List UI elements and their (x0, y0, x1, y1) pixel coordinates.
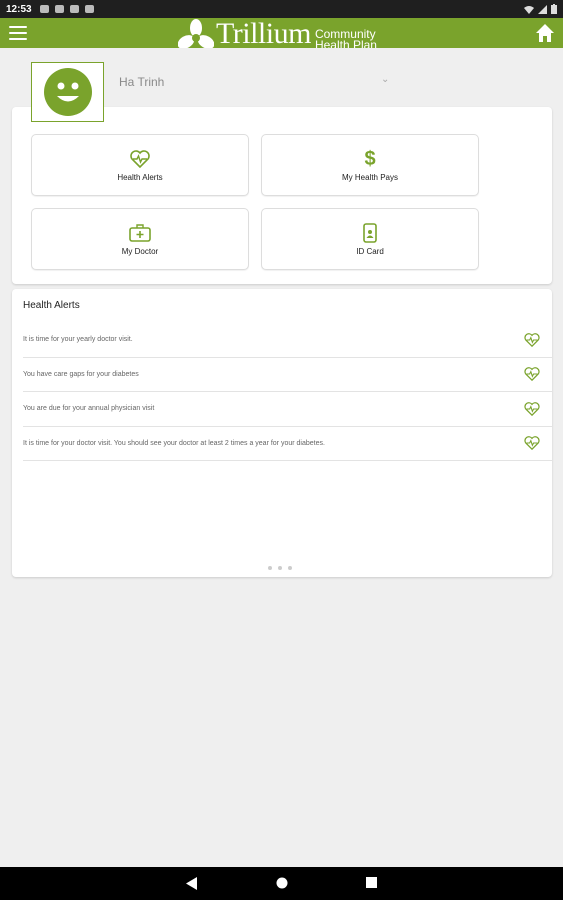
heart-pulse-icon (524, 436, 540, 451)
tile-health-alerts[interactable]: Health Alerts (31, 134, 249, 196)
dollar-icon: $ (364, 147, 376, 170)
sd-card-icon (84, 5, 94, 13)
home-icon[interactable] (535, 23, 555, 43)
logo-wordmark: Trillium (216, 18, 311, 49)
tile-label: ID Card (356, 246, 384, 256)
page-indicator (268, 566, 292, 570)
alert-item[interactable]: You have care gaps for your diabetes (23, 358, 552, 392)
notification-icon (39, 5, 49, 13)
chevron-down-icon[interactable]: ⌄ (381, 74, 389, 85)
trillium-flower-icon (178, 19, 214, 48)
app-header: Trillium Community Health Plan (0, 18, 563, 48)
profile-name: Ha Trinh (119, 75, 165, 89)
heart-pulse-icon (130, 149, 150, 168)
health-alerts-card: Health Alerts It is time for your yearly… (12, 289, 552, 577)
section-title: Health Alerts (23, 300, 80, 311)
notification-icon (54, 5, 64, 13)
alert-item[interactable]: It is time for your yearly doctor visit. (23, 323, 552, 358)
alert-item[interactable]: You are due for your annual physician vi… (23, 392, 552, 427)
battery-icon (551, 4, 557, 14)
heart-pulse-icon (524, 401, 540, 416)
tile-label: My Doctor (121, 246, 159, 256)
home-circle-icon[interactable] (276, 877, 288, 889)
tile-my-health-pays[interactable]: $ My Health Pays (261, 134, 479, 196)
signal-icon (538, 4, 547, 14)
alert-text: It is time for your doctor visit. You sh… (23, 439, 325, 447)
heart-pulse-icon (524, 367, 540, 382)
alert-text: It is time for your yearly doctor visit. (23, 336, 133, 344)
avatar (31, 62, 104, 122)
smiley-face-icon (43, 68, 92, 116)
tile-id-card[interactable]: ID Card (261, 208, 479, 270)
medical-kit-icon (129, 223, 151, 242)
status-time: 12:53 (6, 3, 32, 15)
id-card-phone-icon (363, 222, 377, 243)
tile-my-doctor[interactable]: My Doctor (31, 208, 249, 270)
notification-icon (69, 5, 79, 13)
alerts-list: It is time for your yearly doctor visit.… (23, 323, 552, 461)
system-nav-bar (0, 867, 563, 900)
wifi-icon (524, 5, 534, 14)
trillium-logo: Trillium Community Health Plan (178, 18, 377, 48)
tile-label: My Health Pays (341, 172, 399, 182)
quick-links-card: Health Alerts $ My Health Pays My Doctor… (12, 107, 552, 284)
alert-text: You have care gaps for your diabetes (23, 370, 139, 378)
alert-text: You are due for your annual physician vi… (23, 405, 155, 413)
status-bar: 12:53 (0, 0, 563, 18)
logo-line-2: Health Plan (314, 38, 377, 48)
recents-icon[interactable] (366, 877, 377, 888)
tile-label: Health Alerts (117, 172, 163, 182)
back-icon[interactable] (186, 877, 198, 890)
heart-pulse-icon (524, 332, 540, 347)
menu-icon[interactable] (9, 26, 27, 40)
alert-item[interactable]: It is time for your doctor visit. You sh… (23, 427, 552, 461)
